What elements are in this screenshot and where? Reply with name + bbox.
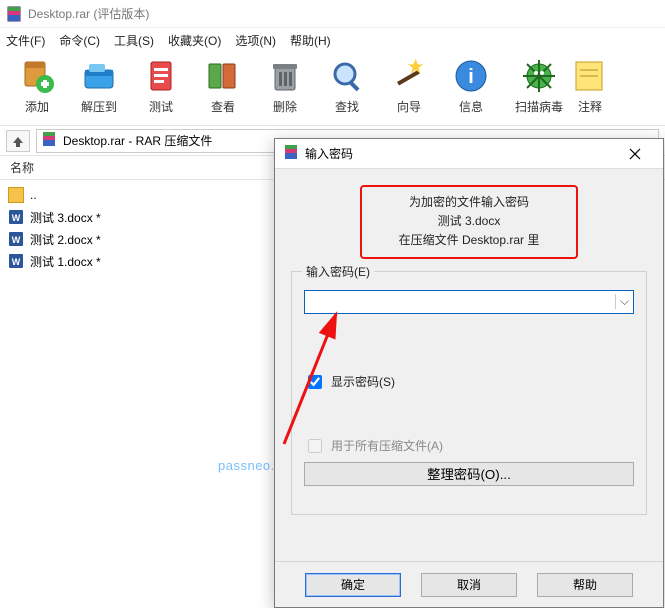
address-text: Desktop.rar - RAR 压缩文件 [63, 132, 212, 149]
svg-text:i: i [468, 66, 474, 88]
show-password-checkbox[interactable]: 显示密码(S) [304, 372, 634, 392]
prompt-line-1: 为加密的文件输入密码 [376, 193, 562, 212]
menubar: 文件(F) 命令(C) 工具(S) 收藏夹(O) 选项(N) 帮助(H) [0, 28, 665, 52]
docx-icon: W [8, 209, 24, 225]
tb-test-label: 测试 [149, 98, 173, 115]
prompt-line-2: 测试 3.docx [376, 212, 562, 231]
menu-tools[interactable]: 工具(S) [114, 32, 154, 49]
dialog-footer: 确定 取消 帮助 [275, 561, 663, 607]
tb-wizard-label: 向导 [397, 98, 421, 115]
use-for-all-checkbox[interactable]: 用于所有压缩文件(A) [304, 436, 634, 456]
dialog-titlebar: 输入密码 [275, 139, 663, 169]
tb-delete-label: 删除 [273, 98, 297, 115]
tb-find[interactable]: 查找 [316, 56, 378, 120]
archive-icon [41, 131, 57, 150]
add-icon [17, 56, 57, 96]
window-title: Desktop.rar (评估版本) [28, 5, 149, 22]
test-icon [141, 56, 181, 96]
svg-text:W: W [12, 213, 21, 223]
tb-wizard[interactable]: 向导 [378, 56, 440, 120]
cancel-button[interactable]: 取消 [421, 573, 517, 597]
tb-info-label: 信息 [459, 98, 483, 115]
password-input[interactable] [305, 291, 615, 313]
chevron-down-icon[interactable]: ⌵ [615, 294, 633, 309]
up-arrow-icon [11, 134, 25, 148]
tb-add[interactable]: 添加 [6, 56, 68, 120]
password-combo[interactable]: ⌵ [304, 290, 634, 314]
toolbar: 添加 解压到 测试 查看 删除 查找 向导 i 信息 扫描病毒 注释 [0, 52, 665, 126]
view-icon [203, 56, 243, 96]
help-button[interactable]: 帮助 [537, 573, 633, 597]
password-dialog: 输入密码 为加密的文件输入密码 测试 3.docx 在压缩文件 Desktop.… [274, 138, 664, 608]
up-button[interactable] [6, 130, 30, 152]
comment-icon [570, 56, 610, 96]
tb-extract[interactable]: 解压到 [68, 56, 130, 120]
tb-comment[interactable]: 注释 [570, 56, 610, 120]
password-group: 输入密码(E) ⌵ 显示密码(S) 用于所有压缩文件(A) 整理密码(O)... [291, 271, 647, 515]
menu-options[interactable]: 选项(N) [235, 32, 276, 49]
file-name: .. [30, 188, 37, 202]
docx-icon: W [8, 253, 24, 269]
tb-view[interactable]: 查看 [192, 56, 254, 120]
docx-icon: W [8, 231, 24, 247]
close-button[interactable] [615, 140, 655, 168]
tb-virus[interactable]: 扫描病毒 [508, 56, 570, 120]
svg-text:W: W [12, 235, 21, 245]
tb-virus-label: 扫描病毒 [515, 98, 563, 115]
titlebar: Desktop.rar (评估版本) [0, 0, 665, 28]
extract-icon [79, 56, 119, 96]
file-name: 测试 3.docx * [30, 209, 101, 226]
prompt-line-3: 在压缩文件 Desktop.rar 里 [376, 231, 562, 250]
password-group-label: 输入密码(E) [302, 263, 374, 280]
dialog-title: 输入密码 [305, 145, 615, 162]
dialog-icon [283, 144, 299, 163]
wizard-icon [389, 56, 429, 96]
tb-info[interactable]: i 信息 [440, 56, 502, 120]
tb-delete[interactable]: 删除 [254, 56, 316, 120]
use-for-all-label: 用于所有压缩文件(A) [331, 437, 443, 454]
app-icon [6, 6, 22, 22]
tb-add-label: 添加 [25, 98, 49, 115]
tb-extract-label: 解压到 [81, 98, 117, 115]
delete-icon [265, 56, 305, 96]
folder-up-icon [8, 187, 24, 203]
menu-file[interactable]: 文件(F) [6, 32, 45, 49]
tb-comment-label: 注释 [578, 98, 602, 115]
organize-passwords-button[interactable]: 整理密码(O)... [304, 462, 634, 486]
file-name: 测试 2.docx * [30, 231, 101, 248]
close-icon [629, 148, 641, 160]
menu-help[interactable]: 帮助(H) [290, 32, 331, 49]
tb-test[interactable]: 测试 [130, 56, 192, 120]
show-password-label: 显示密码(S) [331, 373, 395, 390]
svg-text:W: W [12, 257, 21, 267]
dialog-body: 为加密的文件输入密码 测试 3.docx 在压缩文件 Desktop.rar 里… [275, 169, 663, 607]
file-name: 测试 1.docx * [30, 253, 101, 270]
menu-favorites[interactable]: 收藏夹(O) [168, 32, 221, 49]
tb-view-label: 查看 [211, 98, 235, 115]
ok-button[interactable]: 确定 [305, 573, 401, 597]
col-name: 名称 [10, 159, 34, 176]
tb-find-label: 查找 [335, 98, 359, 115]
use-for-all-input[interactable] [308, 439, 322, 453]
virus-icon [519, 56, 559, 96]
menu-command[interactable]: 命令(C) [59, 32, 100, 49]
find-icon [327, 56, 367, 96]
prompt-box: 为加密的文件输入密码 测试 3.docx 在压缩文件 Desktop.rar 里 [360, 185, 578, 259]
show-password-input[interactable] [308, 375, 322, 389]
info-icon: i [451, 56, 491, 96]
